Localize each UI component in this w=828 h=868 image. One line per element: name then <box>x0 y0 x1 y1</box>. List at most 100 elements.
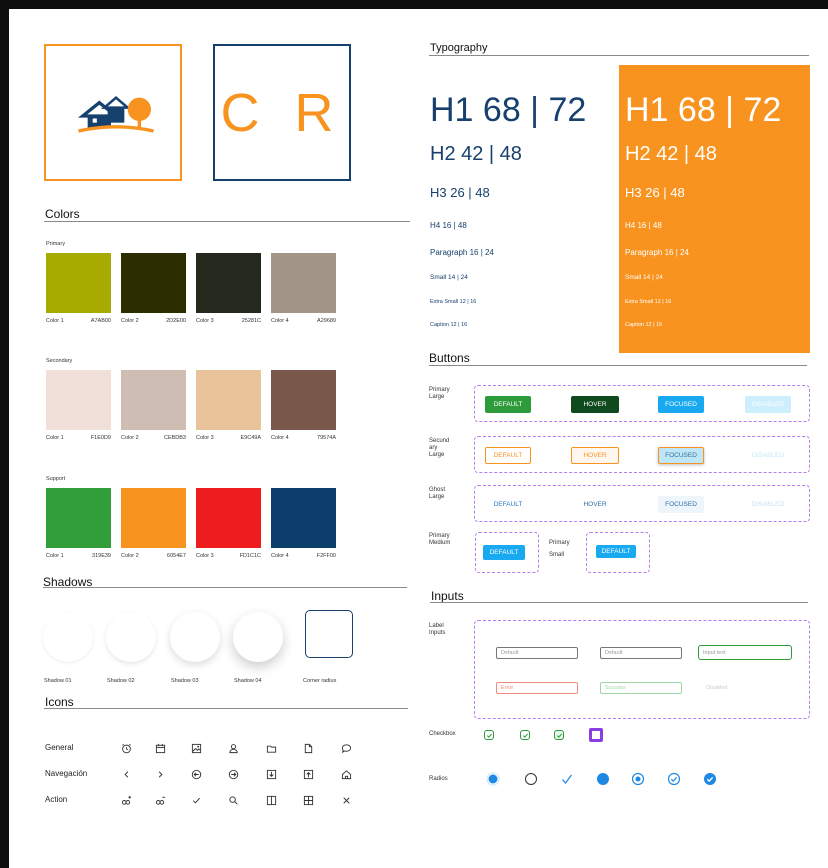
radio-filled[interactable] <box>596 772 610 786</box>
button-focused[interactable]: FOCUSED <box>658 396 704 413</box>
color-swatch <box>271 370 336 430</box>
primary-medium-label: Primary Medium <box>429 533 451 546</box>
button-default[interactable]: DEFAULT <box>485 447 531 464</box>
search-icon[interactable] <box>226 793 240 807</box>
arrow-circle-right-icon[interactable] <box>226 767 240 781</box>
swatch-code: A7AB00 <box>90 318 111 324</box>
logo-cr-text: C R <box>220 82 344 143</box>
typography-sample-light: Caption 12 | 16 <box>625 322 663 328</box>
arrow-circle-left-icon[interactable] <box>189 767 203 781</box>
typography-sample-light: H2 42 | 48 <box>625 143 717 165</box>
upload-icon[interactable] <box>301 767 315 781</box>
radios-label: Radios <box>429 776 448 782</box>
checkbox-checked[interactable] <box>554 730 564 740</box>
swatch-name: Color 3 <box>196 553 214 559</box>
swatch-label: Color 4 79574A <box>271 435 336 441</box>
typography-sample-dark: Extra Small 12 | 16 <box>430 299 477 305</box>
typography-title: Typography <box>430 42 488 54</box>
swatch-name: Color 2 <box>121 435 139 441</box>
button-focused[interactable]: FOCUSED <box>658 496 704 513</box>
alarm-clock-icon[interactable] <box>119 741 133 755</box>
button-default[interactable]: DEFAULT <box>485 496 531 513</box>
swatch-code: FD1C1C <box>239 553 261 559</box>
button-disabled[interactable]: DISABLED <box>745 496 791 513</box>
primary-small-default-button[interactable]: DEFAULT <box>596 545 636 558</box>
button-disabled[interactable]: DISABLED <box>745 447 791 464</box>
color-swatch <box>46 370 111 430</box>
calendar-icon[interactable] <box>153 741 167 755</box>
input-disabled[interactable]: Disabled <box>698 682 780 694</box>
color-swatch <box>46 253 111 313</box>
radio-check-filled[interactable] <box>703 772 717 786</box>
inputs-group <box>474 620 810 719</box>
typography-sample-dark: Caption 12 | 16 <box>430 322 468 328</box>
image-icon[interactable] <box>189 741 203 755</box>
checkbox-focused[interactable] <box>589 728 603 742</box>
swatch-label: Color 1 319E39 <box>46 553 111 559</box>
home-icon[interactable] <box>339 767 353 781</box>
document-icon[interactable] <box>301 741 315 755</box>
swatch-code: F1E0D9 <box>90 435 111 441</box>
radio-unselected[interactable] <box>524 772 538 786</box>
shadow-label: Shadow 04 <box>234 678 262 684</box>
button-default[interactable]: DEFAULT <box>485 396 531 413</box>
radio-selected[interactable] <box>486 772 500 786</box>
user-icon[interactable] <box>226 741 240 755</box>
color-swatch <box>46 488 111 548</box>
input-success[interactable]: Success <box>600 682 682 694</box>
button-hover[interactable]: HOVER <box>571 447 619 464</box>
button-hover[interactable]: HOVER <box>571 396 619 413</box>
close-icon[interactable] <box>339 793 353 807</box>
typography-sample-light: Extra Small 12 | 16 <box>625 299 672 305</box>
grid-icon[interactable] <box>301 793 315 807</box>
swatch-name: Color 2 <box>121 318 139 324</box>
swatch-name: Color 4 <box>271 318 289 324</box>
shadow-sample-4 <box>233 612 283 662</box>
swatch-label: Color 4 F2FF00 <box>271 553 336 559</box>
swatch-name: Color 3 <box>196 318 214 324</box>
swatch-code: CEBDB3 <box>163 435 186 441</box>
typography-sample-light: H4 16 | 48 <box>625 221 662 230</box>
typography-sample-light: H3 26 | 48 <box>625 185 685 200</box>
swatch-name: Color 1 <box>46 318 64 324</box>
link-add-icon[interactable] <box>119 793 133 807</box>
link-remove-icon[interactable] <box>153 793 167 807</box>
input-default[interactable]: Default <box>600 647 682 659</box>
swatch-label: Color 1 A7AB00 <box>46 318 111 324</box>
radio-check-mark[interactable] <box>560 772 574 786</box>
button-focused[interactable]: FOCUSED <box>658 447 704 464</box>
checkbox-checked[interactable] <box>520 730 530 740</box>
shadow-label: Corner radius <box>303 678 337 684</box>
logo-cr-box: C R <box>213 44 351 181</box>
icon-row-label: Action <box>45 795 68 804</box>
download-icon[interactable] <box>264 767 278 781</box>
button-disabled[interactable]: DISABLED <box>745 396 791 413</box>
radio-dot[interactable] <box>631 772 645 786</box>
folder-icon[interactable] <box>264 741 278 755</box>
shadow-label: Shadow 02 <box>107 678 135 684</box>
button-hover[interactable]: HOVER <box>571 496 619 513</box>
palette-name: Secondary <box>46 358 73 364</box>
radio-check-outline[interactable] <box>667 772 681 786</box>
check-icon[interactable] <box>189 793 203 807</box>
input-error[interactable]: Error <box>496 682 578 694</box>
input-default[interactable]: Default <box>496 647 578 659</box>
colors-title: Colors <box>45 207 80 221</box>
swatch-label: Color 3 E9C49A <box>196 435 261 441</box>
color-swatch <box>121 253 186 313</box>
primary-medium-default-button[interactable]: DEFAULT <box>483 545 525 560</box>
palette-name: Support <box>46 476 66 482</box>
typography-sample-dark: Paragraph 16 | 24 <box>430 248 494 257</box>
input-input-text[interactable]: Input text <box>698 645 792 660</box>
chevron-right-icon[interactable] <box>153 767 167 781</box>
palette-name: Primary <box>46 241 65 247</box>
color-swatch <box>196 488 261 548</box>
swatch-name: Color 1 <box>46 553 64 559</box>
columns-icon[interactable] <box>264 793 278 807</box>
shadow-sample-1 <box>43 612 93 662</box>
swatch-code: 79574A <box>317 435 336 441</box>
chat-bubble-icon[interactable] <box>339 741 353 755</box>
checkbox-checked[interactable] <box>484 730 494 740</box>
shadow-sample-3 <box>170 612 220 662</box>
chevron-left-icon[interactable] <box>119 767 133 781</box>
